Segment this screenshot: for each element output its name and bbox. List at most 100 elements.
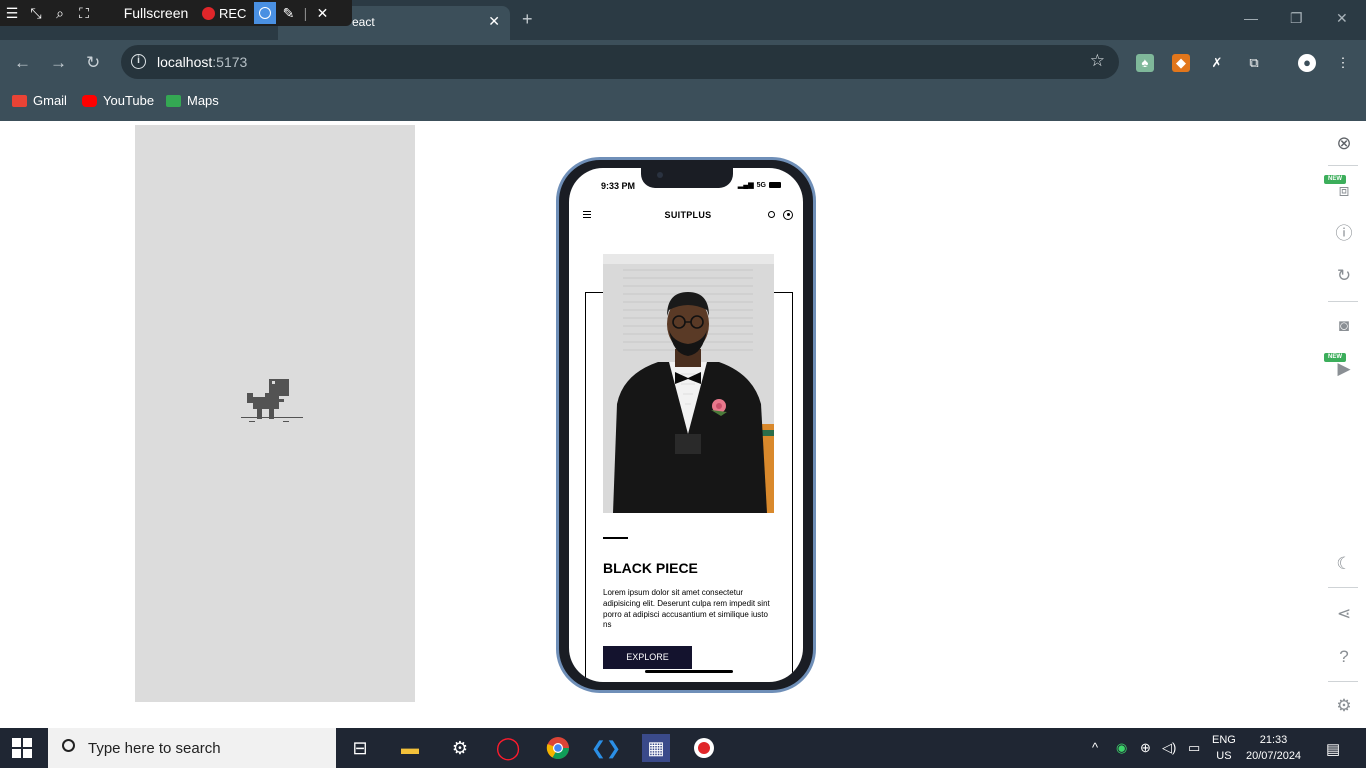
volume-icon[interactable]: ◁): [1162, 740, 1176, 756]
fullscreen-button[interactable]: Fullscreen: [116, 0, 196, 26]
battery-icon: [769, 182, 781, 188]
app-navbar: SUITPLUS: [583, 208, 793, 224]
minimize-icon[interactable]: —: [1244, 10, 1258, 26]
record-dot-icon: [202, 6, 215, 20]
home-indicator: [645, 670, 733, 673]
bookmark-youtube[interactable]: YouTube: [82, 93, 154, 108]
offline-preview-panel: [135, 125, 415, 702]
extension-fox-icon[interactable]: ◆: [1172, 54, 1190, 72]
close-recorder-icon[interactable]: ✕: [310, 0, 334, 26]
product-title: BLACK PIECE: [603, 560, 698, 576]
new-tab-icon[interactable]: +: [522, 9, 533, 30]
opera-icon[interactable]: ◯: [494, 734, 522, 762]
notifications-icon[interactable]: ▤: [1326, 740, 1340, 758]
product-description: Lorem ipsum dolor sit amet consectetur a…: [603, 588, 770, 630]
youtube-icon: [82, 94, 97, 107]
profile-avatar-icon[interactable]: ●: [1298, 54, 1316, 72]
file-explorer-icon[interactable]: ▬: [396, 734, 424, 762]
product-hero-image: [603, 254, 774, 513]
title-divider: [603, 537, 628, 539]
extension-x-icon[interactable]: ✗: [1208, 54, 1226, 72]
bookmark-label: Gmail: [33, 93, 67, 108]
show-hidden-icons[interactable]: ^: [1092, 740, 1098, 755]
divider: [1328, 301, 1358, 302]
rotate-icon[interactable]: ↻: [1334, 266, 1354, 286]
restore-icon[interactable]: ❐: [1290, 10, 1303, 27]
dark-mode-moon-icon[interactable]: ☾: [1334, 554, 1354, 574]
task-view-icon[interactable]: ⊟: [346, 734, 374, 762]
bookmark-label: YouTube: [103, 93, 155, 108]
game-app-icon[interactable]: ▦: [642, 734, 670, 762]
search-placeholder: Type here to search: [88, 740, 221, 757]
devices-icon[interactable]: ⧈: [1334, 181, 1354, 201]
search-icon: [62, 739, 75, 752]
brand-logo[interactable]: SUITPLUS: [583, 210, 793, 220]
close-circle-icon[interactable]: ⊗: [1334, 133, 1354, 153]
help-icon[interactable]: ?: [1334, 647, 1354, 667]
info-icon[interactable]: ⓘ: [1334, 224, 1354, 244]
status-time: 9:33 PM: [601, 181, 636, 191]
offline-dino-icon: [241, 379, 303, 422]
video-record-icon[interactable]: ▶: [1334, 359, 1354, 379]
record-label: REC: [219, 5, 247, 21]
system-clock[interactable]: 21:33 20/07/2024: [1246, 732, 1301, 764]
windows-taskbar: Type here to search ⊟ ▬ ⚙ ◯ ❮❯ ▦ ^ ◉ ⊕ ◁…: [0, 728, 1366, 768]
screenshot-camera-icon[interactable]: ◙: [1334, 316, 1354, 336]
bookmark-label: Maps: [187, 93, 219, 108]
pen-icon[interactable]: ✎: [276, 0, 300, 26]
tray-status-icon[interactable]: ◉: [1116, 740, 1127, 756]
address-bar[interactable]: i localhost:5173 ☆: [121, 45, 1119, 79]
share-icon[interactable]: ⋖: [1334, 604, 1354, 624]
extensions-puzzle-icon[interactable]: ⧉: [1245, 54, 1263, 72]
settings-icon[interactable]: ⚙: [446, 734, 474, 762]
chrome-icon[interactable]: [544, 734, 572, 762]
screen-recorder-toolbar: ☰ ⤡ ⌕ ⛶ Fullscreen REC ✎ | ✕: [0, 0, 352, 26]
menu-icon[interactable]: ☰: [0, 0, 24, 26]
battery-tray-icon[interactable]: ▭: [1188, 740, 1200, 756]
taskbar-search-box[interactable]: Type here to search: [48, 728, 336, 768]
explore-button[interactable]: EXPLORE: [603, 646, 692, 669]
shrink-icon[interactable]: ⤡: [24, 0, 48, 26]
settings-gear-icon[interactable]: ⚙: [1334, 696, 1354, 716]
reload-icon[interactable]: ↻: [86, 53, 100, 73]
network-globe-icon[interactable]: ⊕: [1140, 740, 1151, 756]
zoom-region-icon[interactable]: ⌕: [48, 0, 72, 26]
divider: [1328, 587, 1358, 588]
url-text[interactable]: localhost:5173: [157, 54, 247, 70]
tab-title: eact: [352, 15, 375, 29]
divider: [1328, 681, 1358, 682]
user-account-icon[interactable]: [783, 210, 793, 220]
tab-strip: ☰ ⤡ ⌕ ⛶ Fullscreen REC ✎ | ✕ eact ✕ + — …: [0, 0, 1366, 40]
crop-icon[interactable]: ⛶: [72, 0, 96, 26]
windows-start-icon[interactable]: [12, 738, 32, 758]
back-icon[interactable]: ←: [14, 53, 31, 73]
extension-dino-icon[interactable]: ♠: [1136, 54, 1154, 72]
tab-close-icon[interactable]: ✕: [488, 13, 500, 30]
bookmark-maps[interactable]: Maps: [166, 93, 219, 108]
vscode-icon[interactable]: ❮❯: [591, 734, 621, 762]
page-viewport: 9:33 PM ▂▄▆ 5G SUITPLUS BLACK PIECE Lore…: [0, 121, 1366, 728]
site-info-icon[interactable]: i: [131, 54, 146, 69]
browser-toolbar: ← → ↻ i localhost:5173 ☆ ♠ ◆ ✗ ⧉ ● ⋮: [0, 40, 1366, 86]
phone-screen: 9:33 PM ▂▄▆ 5G SUITPLUS BLACK PIECE Lore…: [569, 168, 803, 682]
forward-icon[interactable]: →: [50, 53, 67, 73]
status-indicators: ▂▄▆ 5G: [738, 181, 781, 189]
phone-notch: [641, 168, 733, 188]
bookmark-gmail[interactable]: Gmail: [12, 93, 67, 108]
bookmark-star-icon[interactable]: ☆: [1090, 51, 1105, 71]
phone-mockup: 9:33 PM ▂▄▆ 5G SUITPLUS BLACK PIECE Lore…: [556, 157, 816, 693]
devtools-side-panel: ⊗ NEW ⧈ ⓘ ↻ ◙ NEW ▶ ☾ ⋖ ? ⚙: [1320, 121, 1366, 728]
window-close-icon[interactable]: ✕: [1336, 10, 1348, 27]
separator: |: [303, 5, 308, 21]
input-language[interactable]: ENG US: [1212, 732, 1236, 764]
bookmarks-bar: Gmail YouTube Maps: [0, 86, 1366, 121]
network-label: 5G: [756, 181, 766, 189]
search-icon[interactable]: [768, 211, 775, 218]
signal-icon: ▂▄▆: [737, 182, 754, 189]
man-in-tuxedo-image: [603, 254, 774, 513]
record-button[interactable]: REC: [202, 6, 246, 21]
camera-icon[interactable]: [254, 2, 277, 24]
more-menu-icon[interactable]: ⋮: [1334, 54, 1352, 72]
recorder-app-icon[interactable]: [690, 734, 718, 762]
maps-icon: [166, 94, 181, 107]
